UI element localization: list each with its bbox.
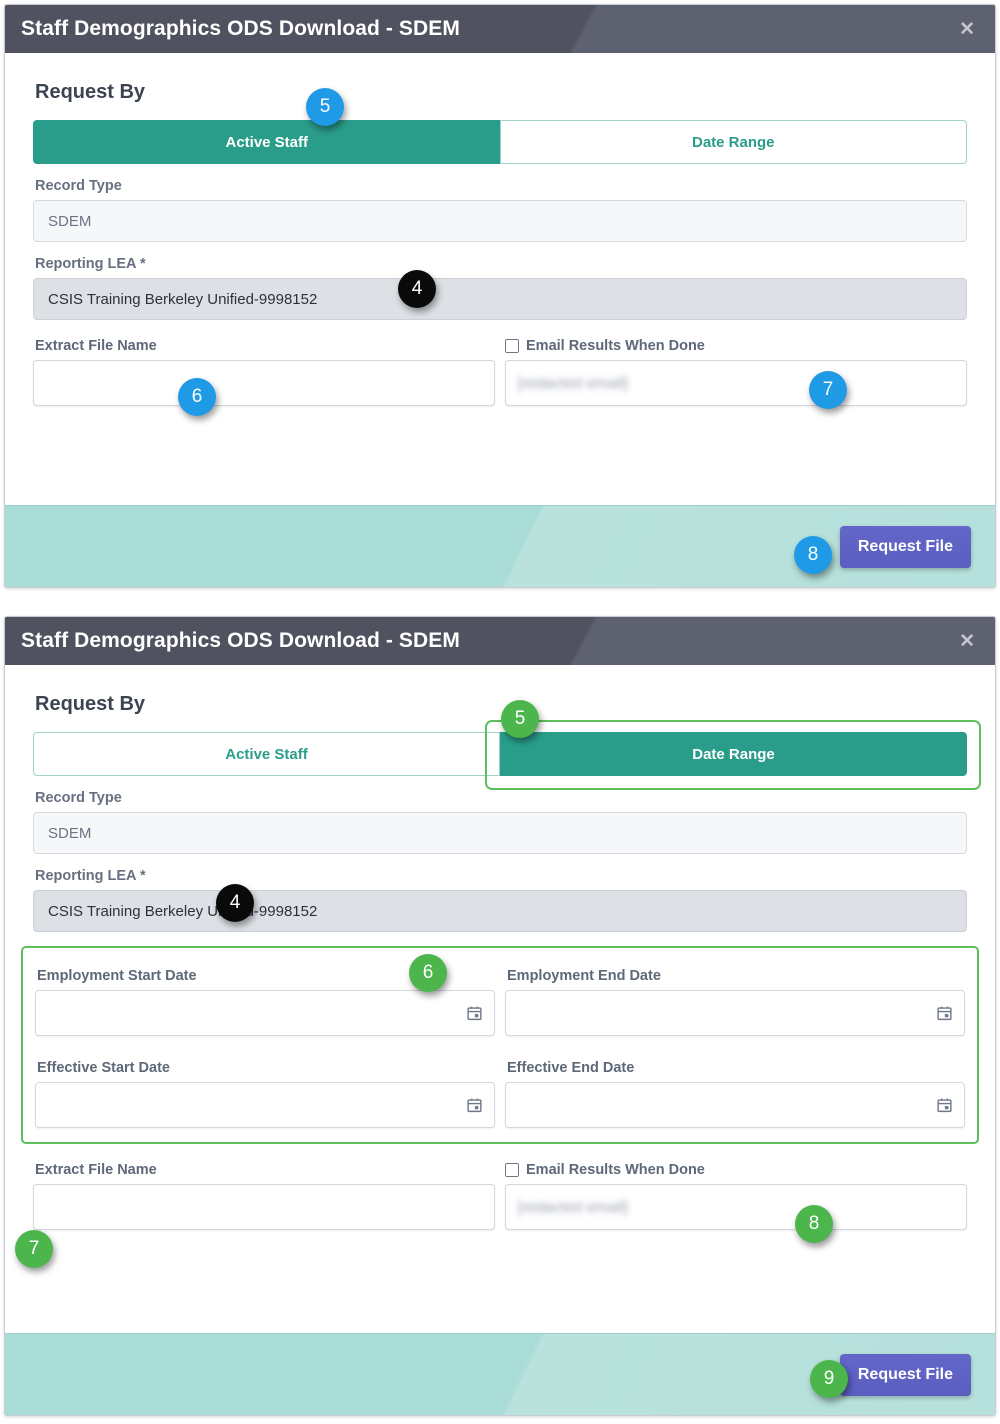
employment-start-date-wrapper — [35, 990, 495, 1036]
calendar-icon[interactable] — [936, 1097, 953, 1114]
tab-date-range[interactable]: Date Range — [500, 732, 967, 776]
request-by-tabs: Active Staff Date Range — [33, 732, 967, 776]
dialog-body: Request By Active Staff Date Range Recor… — [5, 665, 995, 1230]
step-badge-4: 4 — [216, 884, 254, 922]
step-badge-6: 6 — [409, 954, 447, 992]
tab-date-range[interactable]: Date Range — [499, 120, 967, 164]
step-badge-5: 5 — [306, 88, 344, 126]
dialog-titlebar: Staff Demographics ODS Download - SDEM ✕ — [5, 5, 995, 53]
request-file-button[interactable]: Request File — [839, 525, 971, 568]
dialog-titlebar: Staff Demographics ODS Download - SDEM ✕ — [5, 617, 995, 665]
step-badge-8: 8 — [794, 536, 832, 574]
record-type-label: Record Type — [35, 790, 122, 806]
close-icon[interactable]: ✕ — [953, 18, 981, 41]
reporting-lea-label: Reporting LEA * — [35, 868, 146, 884]
email-results-checkbox-row[interactable]: Email Results When Done — [505, 338, 967, 354]
employment-end-date-wrapper — [505, 990, 965, 1036]
reporting-lea-label: Reporting LEA * — [35, 256, 146, 272]
employment-end-date-label: Employment End Date — [507, 968, 661, 984]
record-type-label: Record Type — [35, 178, 122, 194]
effective-end-date-label: Effective End Date — [507, 1060, 635, 1076]
dialog-title: Staff Demographics ODS Download - SDEM — [21, 17, 461, 40]
dialog-date-range: Staff Demographics ODS Download - SDEM ✕… — [4, 616, 996, 1416]
step-badge-6: 6 — [178, 378, 216, 416]
email-address-input[interactable]: [redacted email] — [505, 1184, 967, 1230]
record-type-field: SDEM — [33, 812, 967, 854]
reporting-lea-field: CSIS Training Berkeley Unified-9998152 — [33, 278, 967, 320]
effective-start-date-label: Effective Start Date — [37, 1060, 170, 1076]
step-badge-7: 7 — [15, 1230, 53, 1268]
step-badge-9: 9 — [810, 1360, 848, 1398]
request-file-button[interactable]: Request File — [839, 1353, 971, 1396]
effective-end-date-wrapper — [505, 1082, 965, 1128]
effective-start-date-wrapper — [35, 1082, 495, 1128]
screenshot-root: Staff Demographics ODS Download - SDEM ✕… — [0, 0, 1000, 1424]
extract-file-name-label: Extract File Name — [35, 338, 157, 354]
record-type-field: SDEM — [33, 200, 967, 242]
dialog-footer: Request File — [5, 505, 995, 587]
step-badge-8: 8 — [795, 1205, 833, 1243]
step-badge-4: 4 — [398, 270, 436, 308]
calendar-icon[interactable] — [466, 1097, 483, 1114]
calendar-icon[interactable] — [936, 1005, 953, 1022]
extract-file-name-label: Extract File Name — [35, 1162, 157, 1178]
email-results-label: Email Results When Done — [526, 1162, 705, 1178]
tab-active-staff[interactable]: Active Staff — [33, 732, 500, 776]
email-results-checkbox[interactable] — [505, 1163, 519, 1177]
close-icon[interactable]: ✕ — [953, 630, 981, 653]
email-address-value: [redacted email] — [518, 1198, 628, 1216]
calendar-icon[interactable] — [466, 1005, 483, 1022]
tab-active-staff[interactable]: Active Staff — [33, 120, 500, 164]
step-badge-5: 5 — [501, 700, 539, 738]
request-by-tabs: Active Staff Date Range — [33, 120, 967, 164]
step-badge-7: 7 — [809, 371, 847, 409]
email-address-input[interactable]: [redacted email] — [505, 360, 967, 406]
extract-file-name-input[interactable] — [33, 360, 495, 406]
dialog-body: Request By Active Staff Date Range Recor… — [5, 53, 995, 406]
effective-start-date-input[interactable] — [35, 1082, 495, 1128]
email-results-checkbox-row[interactable]: Email Results When Done — [505, 1162, 967, 1178]
reporting-lea-field: CSIS Training Berkeley Unified-9998152 — [33, 890, 967, 932]
date-range-fields-group: Employment Start Date Employment End Dat… — [21, 946, 979, 1144]
email-results-checkbox[interactable] — [505, 339, 519, 353]
email-address-value: [redacted email] — [518, 374, 628, 392]
dialog-active-staff: Staff Demographics ODS Download - SDEM ✕… — [4, 4, 996, 588]
extract-file-name-input[interactable] — [33, 1184, 495, 1230]
dialog-title: Staff Demographics ODS Download - SDEM — [21, 629, 461, 652]
employment-end-date-input[interactable] — [505, 990, 965, 1036]
email-results-label: Email Results When Done — [526, 338, 705, 354]
effective-end-date-input[interactable] — [505, 1082, 965, 1128]
employment-start-date-input[interactable] — [35, 990, 495, 1036]
section-heading-request-by: Request By — [35, 81, 146, 103]
